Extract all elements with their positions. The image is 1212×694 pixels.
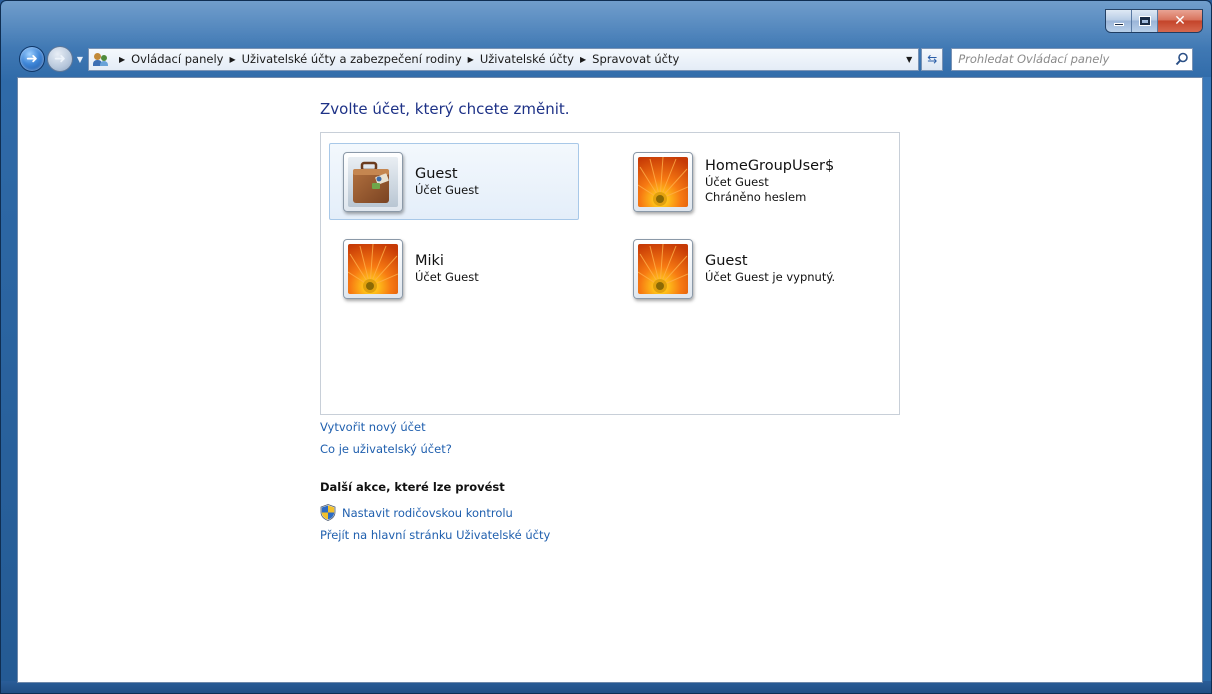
accounts-list: Guest Účet Guest HomeGroupUser$ Účet Gue…	[320, 132, 900, 415]
account-name: Miki	[415, 252, 444, 269]
account-tile-guest-disabled[interactable]: Guest Účet Guest je vypnutý.	[619, 230, 869, 307]
page-title: Zvolte účet, který chcete změnit.	[320, 100, 570, 118]
orange-flower-icon	[638, 243, 688, 294]
window-frame: ✕ ➜ ➜ ▼ ▶ Ovládací panely ▶ Uživatelské …	[0, 0, 1212, 694]
back-button[interactable]: ➜	[19, 46, 45, 72]
breadcrumb-separator-icon[interactable]: ▶	[229, 55, 235, 64]
user-accounts-icon	[92, 51, 109, 67]
arrow-left-icon: ➜	[26, 51, 38, 67]
breadcrumb-separator-icon[interactable]: ▶	[580, 55, 586, 64]
orange-flower-icon	[638, 156, 688, 207]
address-history-dropdown[interactable]: ▼	[900, 55, 918, 64]
breadcrumb-control-panel[interactable]: Ovládací panely	[131, 52, 223, 66]
account-type: Účet Guest	[415, 269, 479, 284]
account-tile-miki[interactable]: Miki Účet Guest	[329, 230, 579, 307]
avatar	[343, 238, 403, 299]
breadcrumb-manage-accounts[interactable]: Spravovat účty	[592, 52, 679, 66]
search-input[interactable]	[958, 52, 1173, 66]
navigation-bar: ➜ ➜ ▼ ▶ Ovládací panely ▶ Uživatelské úč…	[19, 44, 1194, 74]
account-tile-homegroupuser[interactable]: HomeGroupUser$ Účet Guest Chráněno hesle…	[619, 143, 869, 220]
minimize-icon	[1113, 23, 1124, 26]
parental-controls-row[interactable]: Nastavit rodičovskou kontrolu	[320, 504, 513, 521]
briefcase-icon	[348, 156, 398, 207]
arrow-right-icon: ➜	[54, 51, 66, 67]
search-icon[interactable]	[1172, 52, 1192, 66]
account-type: Účet Guest	[415, 182, 479, 197]
orange-flower-icon	[348, 243, 398, 294]
account-text: Guest Účet Guest je vypnutý.	[705, 253, 835, 285]
what-is-user-account-link[interactable]: Co je uživatelský účet?	[320, 442, 452, 456]
account-name: HomeGroupUser$	[705, 158, 835, 174]
forward-button[interactable]: ➜	[46, 46, 73, 72]
uac-shield-icon	[320, 504, 336, 521]
caption-buttons: ✕	[1106, 10, 1202, 32]
account-name: Guest	[705, 252, 748, 269]
breadcrumb-separator-icon[interactable]: ▶	[468, 55, 474, 64]
account-type: Účet Guest	[705, 175, 769, 189]
avatar	[343, 151, 403, 212]
address-bar[interactable]: ▶ Ovládací panely ▶ Uživatelské účty a z…	[87, 47, 920, 71]
breadcrumb-user-accounts[interactable]: Uživatelské účty	[480, 52, 574, 66]
more-actions-heading: Další akce, které lze provést	[320, 480, 505, 494]
account-text: Guest Účet Guest	[415, 166, 479, 198]
user-accounts-main-page-link[interactable]: Přejít na hlavní stránku Uživatelské účt…	[320, 528, 550, 542]
chevron-down-icon: ▼	[76, 54, 84, 64]
minimize-button[interactable]	[1106, 10, 1132, 32]
account-name: Guest	[415, 165, 458, 182]
breadcrumb-separator-icon[interactable]: ▶	[119, 55, 125, 64]
search-box	[951, 47, 1194, 71]
avatar	[633, 151, 693, 212]
avatar	[633, 238, 693, 299]
account-password-status: Chráněno heslem	[705, 190, 807, 204]
account-text: Miki Účet Guest	[415, 253, 479, 285]
account-status: Účet Guest je vypnutý.	[705, 269, 836, 284]
account-text: HomeGroupUser$ Účet Guest Chráněno hesle…	[705, 158, 834, 205]
close-button[interactable]: ✕	[1158, 10, 1202, 32]
create-new-account-link[interactable]: Vytvořit nový účet	[320, 420, 426, 434]
refresh-icon: ⇆	[927, 52, 938, 66]
recent-pages-dropdown[interactable]: ▼	[74, 55, 86, 64]
breadcrumb-user-accounts-family-safety[interactable]: Uživatelské účty a zabezpečení rodiny	[242, 52, 462, 66]
content-area: Zvolte účet, který chcete změnit. Guest …	[17, 77, 1203, 683]
parental-controls-link[interactable]: Nastavit rodičovskou kontrolu	[342, 506, 513, 520]
close-icon: ✕	[1174, 13, 1186, 29]
maximize-button[interactable]	[1132, 10, 1158, 32]
maximize-icon	[1138, 16, 1151, 26]
refresh-button[interactable]: ⇆	[921, 47, 944, 71]
account-tile-guest[interactable]: Guest Účet Guest	[329, 143, 579, 220]
